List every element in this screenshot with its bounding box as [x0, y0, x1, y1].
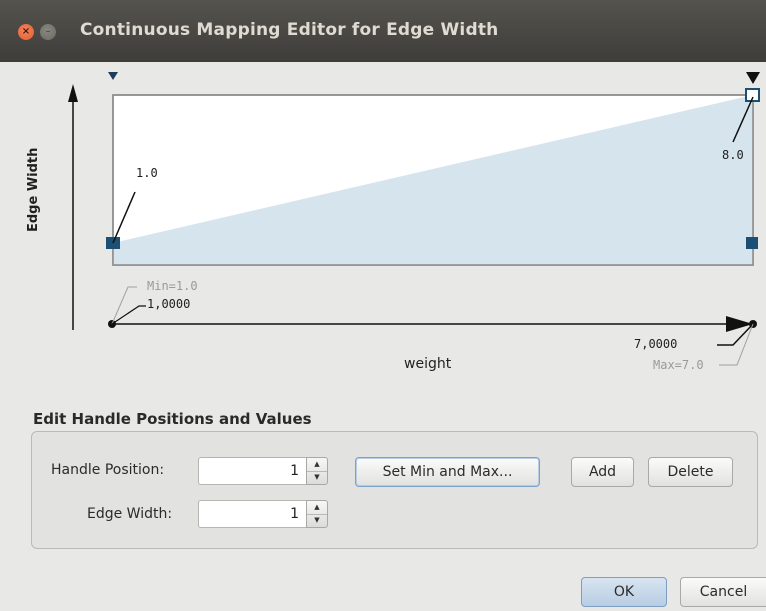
title-bar: × – Continuous Mapping Editor for Edge W…	[0, 0, 766, 62]
x-axis-arrow-icon	[726, 316, 753, 332]
delete-button[interactable]: Delete	[648, 457, 733, 487]
edge-width-label: Edge Width:	[87, 506, 173, 522]
right-bottom-handle[interactable]	[746, 237, 758, 249]
increment-arrow-icon[interactable]: ▲	[307, 501, 327, 515]
right-handle-value: 7,0000	[634, 337, 678, 351]
left-value-label: 1.0	[136, 166, 158, 180]
y-axis-arrow-icon	[68, 84, 78, 102]
add-button[interactable]: Add	[571, 457, 634, 487]
handle-position-spinner[interactable]: 1 ▲ ▼	[198, 457, 328, 485]
right-value-label: 8.0	[722, 148, 744, 162]
close-window-icon[interactable]: ×	[18, 24, 34, 40]
left-range-slider-icon[interactable]	[108, 72, 118, 80]
min-leader	[111, 286, 137, 325]
edge-width-input[interactable]: 1	[198, 500, 306, 528]
handle-position-input[interactable]: 1	[198, 457, 306, 485]
window-title: Continuous Mapping Editor for Edge Width	[80, 20, 499, 40]
decrement-arrow-icon[interactable]: ▼	[307, 472, 327, 485]
cancel-button[interactable]: Cancel	[680, 577, 766, 607]
min-label: Min=1.0	[147, 279, 198, 293]
x-axis-label: weight	[404, 356, 452, 372]
left-handle-leader	[111, 305, 146, 325]
max-label: Max=7.0	[653, 358, 704, 372]
right-range-slider-icon[interactable]	[746, 72, 760, 84]
y-axis-label: Edge Width	[26, 147, 41, 232]
edge-width-stepper[interactable]: ▲ ▼	[306, 500, 328, 528]
edit-panel	[31, 431, 758, 549]
edge-width-spinner[interactable]: 1 ▲ ▼	[198, 500, 328, 528]
decrement-arrow-icon[interactable]: ▼	[307, 515, 327, 528]
minimize-window-icon[interactable]: –	[40, 24, 56, 40]
ok-button[interactable]: OK	[581, 577, 667, 607]
handle-position-stepper[interactable]: ▲ ▼	[306, 457, 328, 485]
set-min-max-button[interactable]: Set Min and Max...	[355, 457, 540, 487]
left-handle-value: 1,0000	[147, 297, 191, 311]
handle-position-label: Handle Position:	[51, 462, 165, 478]
mapping-graph[interactable]	[0, 62, 766, 402]
edit-section-title: Edit Handle Positions and Values	[33, 410, 312, 428]
increment-arrow-icon[interactable]: ▲	[307, 458, 327, 472]
